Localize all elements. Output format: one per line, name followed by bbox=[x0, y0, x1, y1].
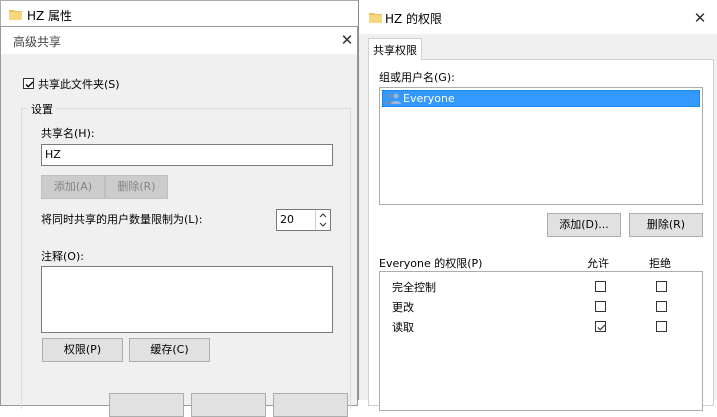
user-limit-stepper[interactable]: 20 bbox=[276, 209, 331, 231]
deny-full-control-checkbox[interactable] bbox=[656, 281, 667, 292]
ok-button[interactable] bbox=[109, 393, 184, 417]
group-label: 组或用户名(G): bbox=[379, 71, 455, 84]
chevron-down-icon bbox=[319, 222, 327, 227]
advanced-sharing-titlebar: 高级共享 ✕ bbox=[1, 27, 357, 54]
share-name-label: 共享名(H): bbox=[41, 127, 95, 140]
apply-button[interactable] bbox=[273, 393, 348, 417]
comment-textarea[interactable] bbox=[41, 266, 333, 333]
user-limit-label: 将同时共享的用户数量限制为(L): bbox=[41, 213, 203, 226]
advanced-sharing-close-icon[interactable]: ✕ bbox=[337, 30, 357, 50]
allow-header: 允许 bbox=[587, 257, 609, 270]
user-name: Everyone bbox=[403, 92, 455, 105]
share-folder-label: 共享此文件夹(S) bbox=[38, 78, 120, 91]
tab-share-permissions[interactable]: 共享权限 bbox=[368, 38, 422, 60]
permissions-list: 完全控制 更改 读取 bbox=[379, 271, 703, 411]
permissions-window: HZ 的权限 ✕ 共享权限 组或用户名(G): Everyone 添加(D)..… bbox=[358, 0, 717, 411]
user-list[interactable]: Everyone bbox=[379, 87, 703, 205]
user-limit-value: 20 bbox=[280, 213, 294, 226]
folder-icon bbox=[369, 13, 382, 23]
list-item[interactable]: Everyone bbox=[382, 90, 700, 107]
advanced-sharing-title: 高级共享 bbox=[13, 35, 62, 49]
caching-button[interactable]: 缓存(C) bbox=[129, 338, 210, 362]
permission-name: 更改 bbox=[392, 301, 414, 314]
checkmark-icon bbox=[25, 81, 34, 88]
deny-header: 拒绝 bbox=[649, 257, 671, 270]
stepper-up-button[interactable] bbox=[315, 210, 330, 220]
permission-name: 读取 bbox=[392, 321, 414, 334]
tab-share-permissions-label: 共享权限 bbox=[373, 44, 417, 57]
users-icon bbox=[385, 93, 401, 104]
allow-read-checkbox[interactable] bbox=[595, 321, 606, 332]
permissions-header-label: Everyone 的权限(P) bbox=[379, 257, 483, 270]
cancel-button[interactable] bbox=[191, 393, 266, 417]
permissions-titlebar: HZ 的权限 ✕ bbox=[359, 0, 717, 34]
properties-titlebar: HZ 属性 bbox=[1, 1, 359, 29]
add-share-name-button[interactable]: 添加(A) bbox=[41, 175, 105, 199]
share-name-input[interactable]: HZ bbox=[41, 144, 333, 166]
add-user-button[interactable]: 添加(D)... bbox=[547, 213, 621, 237]
comment-label: 注释(O): bbox=[41, 250, 84, 263]
permission-name: 完全控制 bbox=[392, 281, 436, 294]
deny-change-checkbox[interactable] bbox=[656, 301, 667, 312]
permissions-close-icon[interactable]: ✕ bbox=[690, 8, 710, 28]
settings-group-label: 设置 bbox=[28, 101, 56, 117]
properties-title: HZ 属性 bbox=[27, 9, 73, 23]
remove-user-button[interactable]: 删除(R) bbox=[629, 213, 703, 237]
share-folder-checkbox[interactable] bbox=[23, 78, 34, 89]
allow-change-checkbox[interactable] bbox=[595, 301, 606, 312]
stepper-down-button[interactable] bbox=[315, 220, 330, 230]
share-name-value: HZ bbox=[45, 148, 61, 161]
deny-read-checkbox[interactable] bbox=[656, 321, 667, 332]
tab-panel: 组或用户名(G): Everyone 添加(D)... 删除(R) Everyo… bbox=[368, 59, 714, 411]
permissions-title: HZ 的权限 bbox=[385, 12, 443, 26]
advanced-sharing-dialog: 高级共享 ✕ 共享此文件夹(S) 设置 共享名(H): HZ 添加(A) 删除(… bbox=[0, 26, 358, 417]
chevron-up-icon bbox=[319, 213, 327, 218]
permissions-button[interactable]: 权限(P) bbox=[42, 338, 123, 362]
remove-share-name-button[interactable]: 删除(R) bbox=[105, 175, 168, 199]
allow-full-control-checkbox[interactable] bbox=[595, 281, 606, 292]
folder-icon bbox=[9, 10, 22, 20]
checkmark-icon bbox=[597, 324, 606, 331]
